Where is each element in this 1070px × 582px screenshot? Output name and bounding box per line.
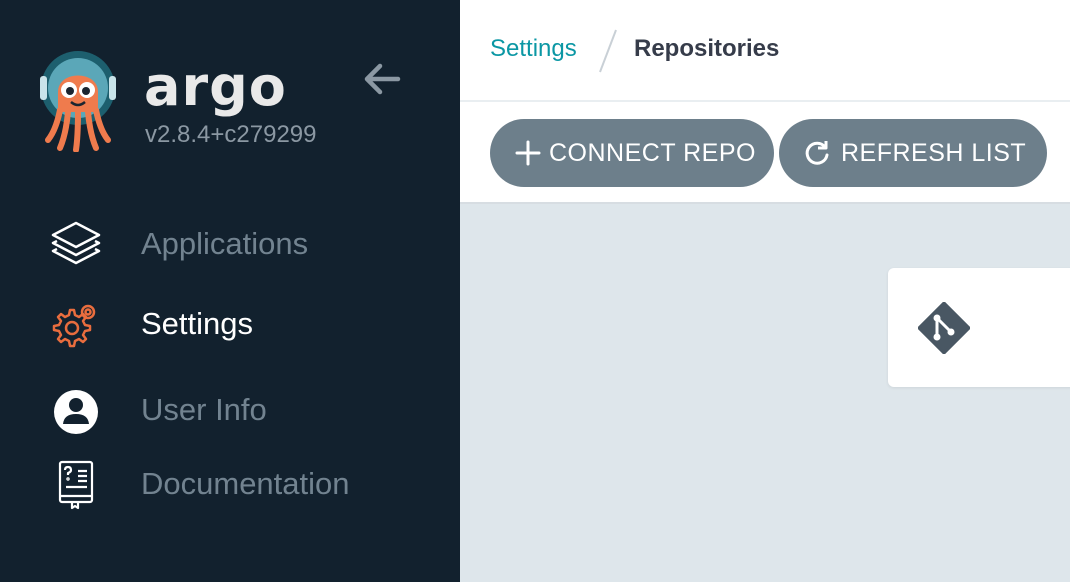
refresh-list-button[interactable]: REFRESH LIST [779, 119, 1047, 187]
sidebar-item-documentation[interactable]: Documentation [0, 452, 460, 516]
breadcrumb-settings-link[interactable]: Settings [490, 34, 577, 64]
collapse-sidebar-button[interactable] [360, 60, 404, 100]
arrow-left-icon [364, 63, 401, 95]
layers-icon [51, 221, 101, 265]
sidebar-item-user-info[interactable]: User Info [0, 378, 460, 442]
brand: argo v2.8.4+c279299 [38, 50, 338, 160]
brand-name: argo [144, 55, 287, 118]
sidebar-item-label: Documentation [141, 466, 350, 501]
argo-octopus-logo [40, 51, 116, 152]
breadcrumb-separator [599, 29, 617, 73]
gear-icon [52, 304, 96, 348]
sidebar-item-label: Applications [141, 226, 309, 261]
sidebar: argo v2.8.4+c279299 Applications Setting… [0, 0, 460, 582]
user-circle-icon [54, 390, 98, 434]
brand-version: v2.8.4+c279299 [145, 121, 317, 148]
main-content: Settings Repositories CONNECT REPO REFRE… [460, 0, 1070, 582]
refresh-icon [805, 141, 829, 165]
plus-icon [515, 140, 541, 166]
refresh-list-label: REFRESH LIST [841, 139, 1027, 167]
sidebar-item-label: User Info [141, 392, 267, 427]
sidebar-item-settings[interactable]: Settings [0, 292, 460, 356]
topbar: Settings Repositories [460, 0, 1070, 102]
toolbar: CONNECT REPO REFRESH LIST [460, 102, 1070, 204]
sidebar-item-label: Settings [141, 306, 254, 341]
connect-repo-button[interactable]: CONNECT REPO [490, 119, 774, 187]
repo-list-item[interactable] [888, 268, 1070, 387]
page-title: Repositories [634, 35, 780, 62]
sidebar-item-applications[interactable]: Applications [0, 212, 460, 276]
connect-repo-label: CONNECT REPO [549, 139, 756, 167]
git-icon [918, 302, 970, 354]
book-icon [58, 460, 94, 510]
